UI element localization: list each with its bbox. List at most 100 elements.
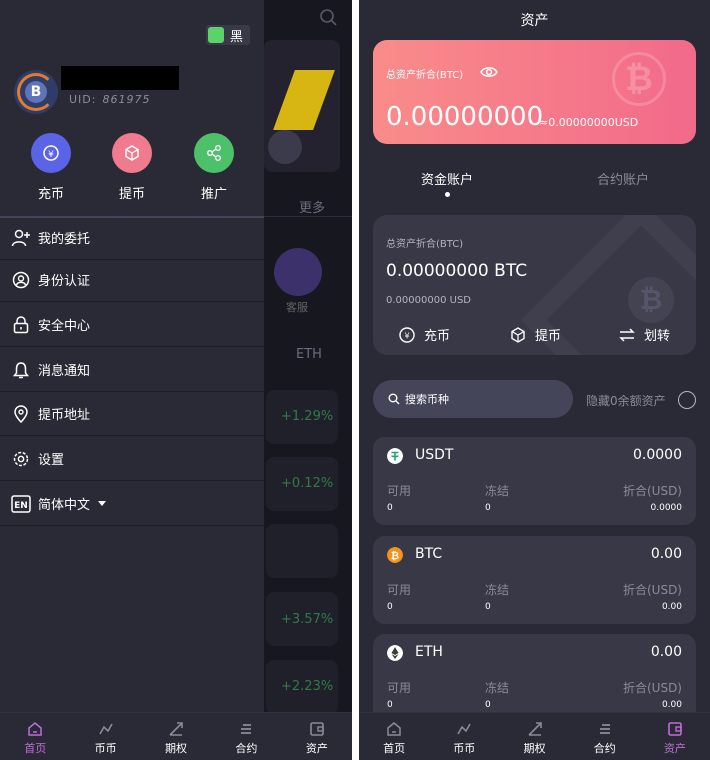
tab-label: 合约 [593, 742, 616, 755]
transfer-icon [619, 327, 635, 342]
hide-zero-checkbox[interactable] [678, 391, 696, 409]
coin-search-input[interactable]: 搜索币种 [373, 380, 573, 418]
tab-spot[interactable]: 币币 [429, 713, 499, 760]
menu-item-identity[interactable]: 身份认证 [0, 258, 264, 302]
menu-item-withdraw-address[interactable]: 提币地址 [0, 392, 264, 436]
coin-symbol: USDT [415, 447, 454, 463]
withdraw-label: 提币 [118, 187, 145, 202]
tab-home[interactable]: 首页 [0, 713, 70, 760]
total-assets-usd: ≈0.00000000USD [539, 116, 639, 129]
menu-item-notifications[interactable]: 消息通知 [0, 348, 264, 392]
tab-home[interactable]: 首页 [359, 713, 429, 760]
coin-card-btc[interactable]: ₿ BTC 0.00 可用 冻结 折合(USD) 0 0 0.00 [373, 536, 696, 624]
tab-contract[interactable]: 合约 [211, 713, 281, 760]
col-available: 可用 [387, 583, 412, 597]
available-value: 0 [387, 503, 393, 513]
summary-deposit-button[interactable]: ¥ 充币 [398, 325, 450, 344]
menu-label: 身份认证 [38, 274, 91, 289]
username-redacted [61, 66, 179, 90]
option-icon [141, 720, 211, 738]
background-banner [264, 40, 340, 172]
frozen-value: 0 [485, 602, 491, 612]
tab-spot[interactable]: 币币 [70, 713, 140, 760]
tab-options[interactable]: 期权 [499, 713, 569, 760]
bell-icon [11, 360, 31, 380]
menu-label: 我的委托 [38, 232, 91, 247]
eth-icon [387, 645, 403, 661]
svg-text:¥: ¥ [48, 150, 54, 160]
tab-label: 合约 [235, 742, 258, 755]
usd-value: 0.00 [661, 602, 682, 612]
summary-transfer-label: 划转 [644, 329, 671, 344]
uid-label: UID: [69, 93, 97, 106]
tab-contract-account[interactable]: 合约账户 [597, 169, 649, 188]
theme-toggle[interactable]: 黑 [206, 25, 250, 45]
menu-label: 提币地址 [38, 408, 91, 423]
tab-assets[interactable]: 资产 [282, 713, 352, 760]
menu-item-settings[interactable]: 设置 [0, 437, 264, 481]
language-en-icon: EN [11, 494, 31, 514]
uid-line: UID: 861975 [69, 93, 150, 106]
menu-item-my-orders[interactable]: 我的委托 [0, 216, 264, 260]
col-frozen: 冻结 [485, 583, 510, 597]
right-screen: 资产 ₿ 总资产折合(BTC) 0.00000000 ≈0.00000000US… [359, 0, 710, 760]
divider [264, 216, 352, 217]
usd-value: 0.00 [661, 700, 682, 710]
menu-item-security[interactable]: 安全中心 [0, 303, 264, 347]
menu-label: 设置 [38, 453, 65, 468]
theme-toggle-label: 黑 [230, 29, 244, 45]
coin-symbol: BTC [415, 546, 443, 562]
tab-assets[interactable]: 资产 [640, 713, 710, 760]
eye-icon[interactable] [480, 65, 498, 79]
gear-icon [11, 449, 31, 469]
total-assets-card: ₿ 总资产折合(BTC) 0.00000000 ≈0.00000000USD [373, 40, 696, 144]
bitcoin-watermark-icon: ₿ [612, 52, 666, 106]
withdraw-button[interactable]: 提币 [102, 133, 162, 202]
change-percent: +2.23% [281, 679, 334, 694]
tab-label: 资产 [663, 742, 686, 755]
summary-withdraw-button[interactable]: 提币 [509, 325, 561, 344]
change-percent: +0.12% [281, 476, 334, 491]
tab-options[interactable]: 期权 [141, 713, 211, 760]
svg-text:¥: ¥ [404, 331, 409, 340]
tab-contract[interactable]: 合约 [570, 713, 640, 760]
menu-item-language[interactable]: EN 简体中文 [0, 482, 264, 526]
home-icon [0, 720, 70, 738]
coin-total: 0.00 [650, 546, 682, 562]
change-percent: +3.57% [281, 612, 334, 627]
coin-card-usdt[interactable]: USDT 0.0000 可用 冻结 折合(USD) 0 0 0.0000 [373, 437, 696, 525]
coin-card-eth[interactable]: ETH 0.00 可用 冻结 折合(USD) 0 0 0.00 [373, 634, 696, 724]
more-link: 更多 [299, 201, 326, 216]
wallet-icon [640, 720, 710, 738]
promote-label: 推广 [200, 187, 227, 202]
usdt-icon [387, 448, 403, 464]
col-usd: 折合(USD) [622, 484, 682, 498]
change-percent: +1.29% [281, 409, 334, 424]
lock-icon [11, 315, 31, 335]
deposit-icon: ¥ [399, 326, 415, 343]
tab-label: 首页 [383, 742, 406, 755]
deposit-label: 充币 [37, 187, 64, 202]
toggle-indicator [208, 27, 224, 43]
deposit-button[interactable]: ¥ 充币 [21, 133, 81, 202]
tab-label: 币币 [94, 742, 117, 755]
promote-button[interactable]: 推广 [184, 133, 244, 202]
summary-transfer-button[interactable]: 划转 [618, 325, 670, 344]
frozen-value: 0 [485, 700, 491, 710]
summary-usd: 0.00000000 USD [386, 295, 471, 306]
avatar[interactable]: B [14, 70, 58, 114]
identity-icon [11, 270, 31, 290]
coin-trade-icon [429, 720, 499, 738]
location-pin-icon [11, 404, 31, 424]
col-frozen: 冻结 [485, 484, 510, 498]
tab-funding-account[interactable]: 资金账户 [421, 169, 473, 188]
side-drawer: 黑 B UID: 861975 ¥ 充币 提币 推广 我的委托 身份认证 安全中… [0, 0, 264, 712]
withdraw-icon [511, 326, 525, 343]
available-value: 0 [387, 700, 393, 710]
background-row [266, 524, 338, 578]
col-usd: 折合(USD) [622, 681, 682, 695]
deposit-icon: ¥ [31, 133, 71, 173]
col-available: 可用 [387, 484, 412, 498]
service-icon [274, 248, 322, 296]
tab-bar: 首页 币币 期权 合约 资产 [359, 712, 710, 760]
